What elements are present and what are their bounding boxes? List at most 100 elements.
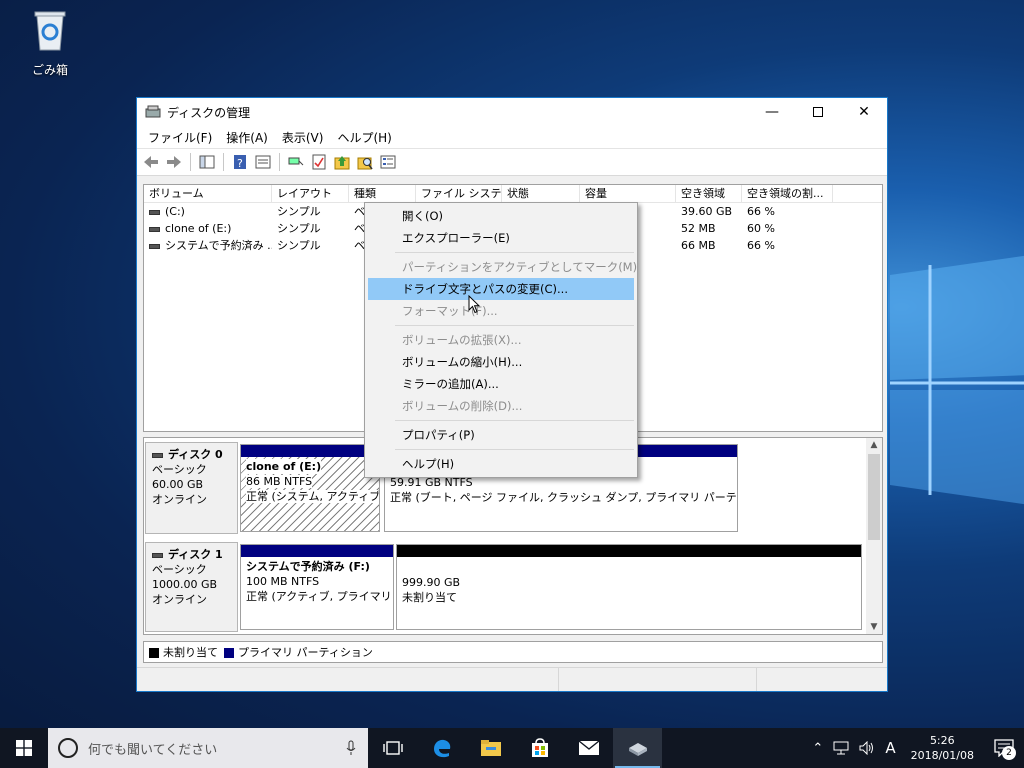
menu-open[interactable]: 開く(O) [368, 205, 634, 227]
store-icon [531, 738, 548, 757]
action-center-button[interactable]: 2 [984, 728, 1024, 768]
clock[interactable]: 5:26 2018/01/08 [901, 733, 984, 763]
menu-help[interactable]: ヘルプ(H) [368, 453, 634, 475]
disk-type: ベーシック [152, 463, 207, 476]
menu-action[interactable]: 操作(A) [219, 129, 275, 146]
partition-f[interactable]: システムで予約済み (F:) 100 MB NTFS 正常 (アクティブ, プラ… [240, 544, 394, 630]
mail-button[interactable] [564, 728, 613, 768]
disk-icon [152, 452, 163, 458]
partition-size: 86 MB NTFS [246, 475, 313, 488]
search-folder-icon [357, 157, 373, 170]
disk-management-taskbar-button[interactable] [613, 728, 662, 768]
maximize-button[interactable] [795, 98, 841, 126]
column-capacity[interactable]: 容量 [580, 185, 676, 202]
scroll-thumb[interactable] [868, 454, 880, 540]
legend-swatch [224, 648, 234, 658]
volume-name: (C:) [165, 205, 185, 218]
status-bar [137, 667, 887, 691]
window-title: ディスクの管理 [167, 105, 251, 120]
drive-icon [149, 243, 160, 249]
connect-button[interactable] [286, 152, 306, 172]
toolbar-separator [190, 153, 191, 171]
legend-label: 未割り当て [163, 646, 218, 659]
partition-state: 未割り当て [402, 591, 457, 604]
wallpaper-windows-logo [890, 255, 1024, 505]
legend: 未割り当て プライマリ パーティション [143, 641, 883, 663]
task-view-button[interactable] [368, 728, 417, 768]
search-box[interactable]: 何でも聞いてください [48, 728, 368, 768]
partition-bar [241, 545, 393, 557]
volume-layout: シンプル [277, 205, 321, 218]
menu-properties[interactable]: プロパティ(P) [368, 424, 634, 446]
partition-e[interactable]: clone of (E:) 86 MB NTFS 正常 (システム, アクティブ… [240, 444, 380, 532]
properties-button[interactable] [253, 152, 273, 172]
help-button[interactable]: ? [230, 152, 250, 172]
partition-state: 正常 (ブート, ページ ファイル, クラッシュ ダンプ, プライマリ パーティ… [390, 491, 737, 504]
close-button[interactable]: ✕ [841, 98, 887, 126]
show-hide-tree-button[interactable] [197, 152, 217, 172]
search-folder-button[interactable] [355, 152, 375, 172]
column-file-system[interactable]: ファイル システム [416, 185, 502, 202]
column-volume[interactable]: ボリューム [144, 185, 272, 202]
check-button[interactable] [309, 152, 329, 172]
vertical-scrollbar[interactable]: ▲ ▼ [866, 438, 882, 634]
list-button[interactable] [378, 152, 398, 172]
column-layout[interactable]: レイアウト [272, 185, 349, 202]
recycle-bin[interactable]: ごみ箱 [22, 8, 78, 78]
check-icon [312, 154, 326, 170]
menu-view[interactable]: 表示(V) [275, 129, 331, 146]
column-status[interactable]: 状態 [502, 185, 580, 202]
forward-icon [167, 156, 181, 168]
forward-button[interactable] [164, 152, 184, 172]
unallocated-space[interactable]: 999.90 GB 未割り当て [396, 544, 862, 630]
store-button[interactable] [515, 728, 564, 768]
menu-help[interactable]: ヘルプ(H) [330, 129, 398, 146]
help-icon: ? [234, 155, 246, 170]
toolbar: ? [137, 148, 887, 176]
volume-free-percent: 66 % [747, 239, 775, 252]
file-explorer-button[interactable] [466, 728, 515, 768]
microphone-icon[interactable] [346, 740, 356, 756]
volume-free: 39.60 GB [681, 205, 733, 218]
column-type[interactable]: 種類 [349, 185, 416, 202]
menu-shrink-volume[interactable]: ボリュームの縮小(H)... [368, 351, 634, 373]
speaker-icon [859, 741, 874, 755]
start-button[interactable] [0, 728, 48, 768]
partition-title: clone of (E:) [246, 459, 322, 474]
scroll-down-icon[interactable]: ▼ [866, 622, 882, 632]
back-button[interactable] [141, 152, 161, 172]
disk-1-info[interactable]: ディスク 1 ベーシック 1000.00 GB オンライン [145, 542, 238, 632]
chevron-up-icon: ⌃ [812, 740, 824, 756]
maximize-icon [813, 107, 823, 117]
menu-change-drive-letter[interactable]: ドライブ文字とパスの変更(C)... [368, 278, 634, 300]
menu-file[interactable]: ファイル(F) [141, 129, 219, 146]
volume-button[interactable] [854, 741, 880, 755]
mail-icon [578, 740, 599, 755]
title-bar[interactable]: ディスクの管理 — ✕ [137, 98, 887, 126]
column-free-space[interactable]: 空き領域 [676, 185, 742, 202]
properties-icon [255, 155, 271, 169]
menu-add-mirror[interactable]: ミラーの追加(A)... [368, 373, 634, 395]
disk-management-icon [628, 743, 647, 756]
clock-time: 5:26 [929, 734, 955, 747]
svg-text:?: ? [237, 157, 243, 170]
list-icon [380, 155, 396, 169]
minimize-button[interactable]: — [749, 98, 795, 126]
scroll-up-icon[interactable]: ▲ [866, 440, 882, 450]
ime-indicator[interactable]: A [880, 739, 900, 757]
network-button[interactable] [828, 741, 854, 755]
taskbar: 何でも聞いてください ⌃ A 5:26 2018/01/08 2 [0, 728, 1024, 768]
edge-button[interactable] [417, 728, 466, 768]
menu-separator [395, 420, 634, 421]
legend-item: 未割り当て [149, 644, 218, 660]
show-hide-tree-icon [199, 155, 215, 169]
file-explorer-icon [480, 740, 501, 756]
disk-0-info[interactable]: ディスク 0 ベーシック 60.00 GB オンライン [145, 442, 238, 534]
partition-state: 正常 (アクティブ, プライマリ パー [246, 590, 393, 603]
column-free-percent[interactable]: 空き領域の割... [742, 185, 833, 202]
up-folder-button[interactable] [332, 152, 352, 172]
disk-status: オンライン [152, 593, 207, 606]
show-hidden-icons-button[interactable]: ⌃ [807, 741, 828, 756]
menu-explorer[interactable]: エクスプローラー(E) [368, 227, 634, 249]
partition-title: システムで予約済み (F:) [246, 560, 370, 573]
